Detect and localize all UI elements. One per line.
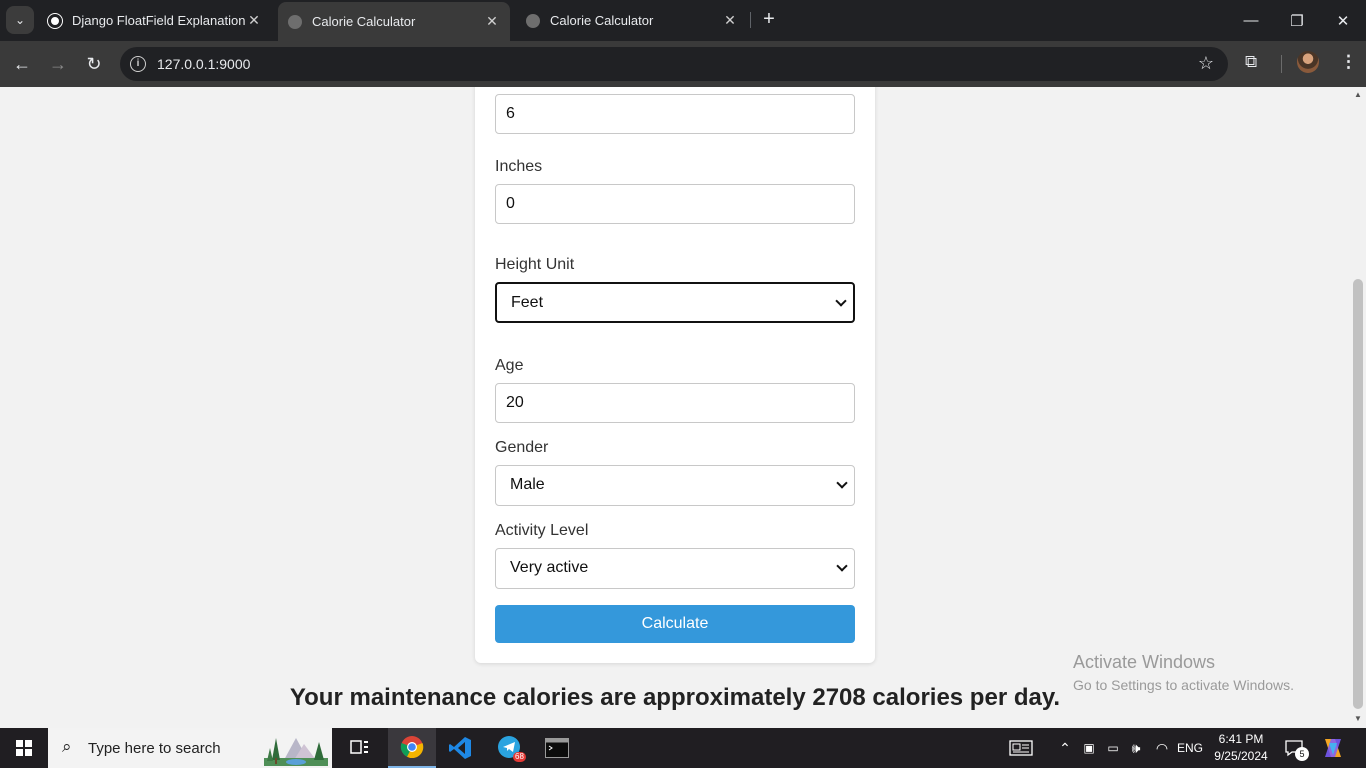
activate-windows-watermark: Activate Windows Go to Settings to activ… — [1073, 652, 1294, 693]
windows-logo-icon — [16, 740, 32, 756]
browser-toolbar: ← → ↻ i 127.0.0.1:9000 ☆ ⧉ ⋮ — [0, 41, 1366, 87]
new-tab-plus-icon[interactable]: + — [758, 8, 780, 30]
close-tab-icon[interactable]: ✕ — [722, 12, 738, 29]
forward-arrow-icon[interactable]: → — [45, 51, 71, 77]
minimize-window-icon[interactable]: — — [1228, 0, 1274, 41]
extensions-puzzle-icon[interactable]: ⧉ — [1245, 52, 1257, 72]
gender-select[interactable]: Male — [495, 465, 855, 506]
height-unit-value: Feet — [511, 294, 544, 311]
tab-title: Calorie Calculator — [312, 14, 416, 29]
news-widget-icon[interactable] — [1005, 728, 1037, 768]
taskbar-terminal-icon[interactable] — [533, 728, 581, 768]
browser-tab-strip: ⌄ Django FloatField Explanation ✕ Calori… — [0, 0, 1366, 41]
height-unit-select[interactable]: Feet — [495, 282, 855, 323]
activity-level-select[interactable]: Very active — [495, 548, 855, 589]
back-arrow-icon[interactable]: ← — [9, 51, 35, 77]
chevron-down-icon — [836, 477, 848, 489]
battery-icon[interactable]: ▭ — [1102, 728, 1124, 768]
tab-title: Django FloatField Explanation — [72, 13, 246, 28]
telegram-badge: 68 — [513, 752, 526, 762]
chevron-up-icon[interactable]: ⌃ — [1055, 728, 1075, 768]
url-text[interactable]: 127.0.0.1:9000 — [157, 56, 250, 72]
wifi-icon[interactable]: ◠ — [1152, 728, 1172, 768]
bookmark-star-icon[interactable]: ☆ — [1198, 53, 1214, 74]
toolbar-divider — [1281, 55, 1282, 73]
age-label: Age — [495, 357, 524, 374]
close-tab-icon[interactable]: ✕ — [246, 12, 262, 29]
taskbar-chrome-icon[interactable] — [388, 728, 436, 768]
tab-search-chevron-icon[interactable]: ⌄ — [6, 6, 34, 34]
inches-label: Inches — [495, 158, 543, 175]
meet-now-icon[interactable]: ▣ — [1080, 728, 1098, 768]
calculate-button[interactable]: Calculate — [495, 605, 855, 643]
language-indicator[interactable]: ENG — [1176, 728, 1204, 768]
tab-django-floatfield[interactable]: Django FloatField Explanation ✕ — [38, 6, 272, 35]
close-window-icon[interactable]: ✕ — [1320, 0, 1366, 41]
watermark-title: Activate Windows — [1073, 652, 1216, 672]
profile-avatar[interactable] — [1297, 51, 1319, 73]
notification-center-icon[interactable]: 5 — [1282, 728, 1309, 768]
gender-label: Gender — [495, 439, 549, 456]
tab-calorie-calculator[interactable]: Calorie Calculator ✕ — [516, 6, 748, 35]
globe-favicon-icon — [288, 14, 302, 29]
taskbar-vscode-icon[interactable] — [436, 728, 484, 768]
task-view-icon[interactable] — [336, 728, 384, 768]
watermark-subtitle: Go to Settings to activate Windows. — [1073, 677, 1294, 693]
taskbar-telegram-icon[interactable]: 68 — [486, 728, 534, 768]
windows-start-button[interactable] — [0, 728, 48, 768]
restore-window-icon[interactable]: ❐ — [1274, 0, 1320, 41]
chevron-down-icon — [835, 295, 847, 307]
reload-icon[interactable]: ↻ — [81, 51, 107, 77]
tab-separator — [750, 12, 751, 28]
globe-favicon-icon — [526, 13, 540, 28]
scroll-up-arrow-icon[interactable]: ▲ — [1353, 90, 1363, 99]
taskbar-search-box[interactable]: ⌕ Type here to search — [48, 728, 332, 768]
search-highlight-landscape-icon — [264, 730, 328, 766]
tab-title: Calorie Calculator — [550, 13, 654, 28]
copilot-icon[interactable] — [1318, 728, 1348, 768]
feet-input[interactable]: 6 — [495, 94, 855, 134]
openai-favicon-icon — [47, 12, 63, 29]
volume-icon[interactable]: 🕪 — [1126, 728, 1146, 768]
activity-level-value: Very active — [510, 559, 589, 576]
inches-input[interactable]: 0 — [495, 184, 855, 224]
clock-date: 9/25/2024 — [1214, 749, 1268, 763]
activity-level-label: Activity Level — [495, 522, 589, 539]
close-tab-icon[interactable]: ✕ — [484, 13, 500, 30]
tab-calorie-calculator-active[interactable]: Calorie Calculator ✕ — [278, 2, 510, 41]
gender-value: Male — [510, 476, 545, 493]
page-viewport: 6 Inches 0 Height Unit Feet Age 20 Gende… — [0, 87, 1350, 728]
notification-count-badge: 5 — [1295, 747, 1309, 761]
age-input[interactable]: 20 — [495, 383, 855, 423]
scroll-down-arrow-icon[interactable]: ▼ — [1353, 714, 1363, 723]
search-icon: ⌕ — [62, 737, 72, 756]
address-bar[interactable]: i 127.0.0.1:9000 ☆ — [120, 47, 1228, 81]
windows-taskbar: ⌕ Type here to search 68 ⌃ ▣ ▭ 🕪 ◠ ENG 6… — [0, 728, 1366, 768]
chrome-menu-kebab-icon[interactable]: ⋮ — [1340, 52, 1357, 72]
search-placeholder: Type here to search — [88, 740, 221, 757]
chevron-down-icon — [836, 560, 848, 572]
height-unit-label: Height Unit — [495, 256, 575, 273]
site-info-icon[interactable]: i — [130, 56, 146, 72]
scrollbar-thumb[interactable] — [1353, 279, 1363, 709]
system-clock[interactable]: 6:41 PM 9/25/2024 — [1208, 731, 1274, 765]
page-scrollbar[interactable]: ▲ ▼ — [1350, 87, 1366, 728]
clock-time: 6:41 PM — [1218, 732, 1264, 746]
calorie-form-card: 6 Inches 0 Height Unit Feet Age 20 Gende… — [475, 87, 875, 663]
